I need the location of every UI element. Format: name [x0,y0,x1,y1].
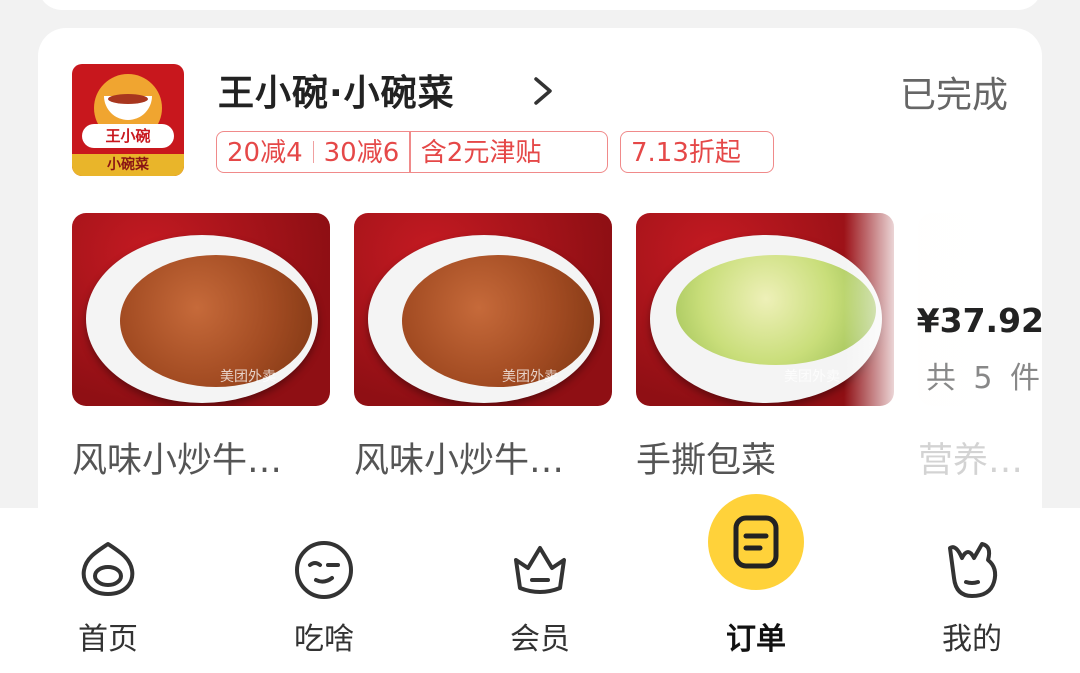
dish-name: 营养… [918,441,1024,481]
order-card[interactable]: 王小碗 小碗菜 王小碗·小碗菜 已完成 20减4 30减6 含2元津贴 7.13折起… [38,28,1042,548]
previous-order-card[interactable] [38,0,1042,10]
dish-watermark: 美团外卖 [220,369,276,385]
dish-image: 美团外卖 [72,213,330,406]
tab-explore[interactable]: 吃啥 [254,508,394,673]
tab-label: 首页 [78,622,138,657]
logo-brand-text: 王小碗 [82,124,174,148]
dish-name: 风味小炒牛… [72,441,283,481]
dish-name: 风味小炒牛… [354,441,565,481]
store-logo[interactable]: 王小碗 小碗菜 [72,64,184,176]
dish-watermark: 美团外卖 [502,369,558,385]
discount-tier: 20减4 [227,138,303,168]
total-price: ¥37.92 [916,301,1042,340]
chevron-right-icon[interactable] [530,74,556,108]
tab-label: 我的 [942,622,1002,657]
tab-home[interactable]: 首页 [38,508,178,673]
tab-label: 吃啥 [294,622,354,657]
tab-profile[interactable]: 我的 [902,508,1042,673]
subsidy-tag: 含2元津贴 [420,138,542,168]
bunny-icon [948,542,998,598]
list-item[interactable]: 美团外卖 风味小炒牛… [354,213,612,483]
tab-membership[interactable]: 会员 [470,508,610,673]
rebate-text: 7.13折起 [631,138,741,168]
active-tab-indicator[interactable] [708,494,804,590]
list-item[interactable]: 美团外卖 风味小炒牛… [72,213,330,483]
dish-name: 手撕包菜 [636,441,777,481]
discount-tag: 20减4 30减6 含2元津贴 [216,131,608,173]
item-count: 共 5 件 [925,361,1042,396]
crown-icon [514,546,566,594]
dish-image: 美团外卖 [354,213,612,406]
discount-tier: 30减6 [323,138,400,168]
dish-watermark: 美团外卖 [784,369,840,385]
face-icon [295,541,353,599]
store-name[interactable]: 王小碗·小碗菜 [218,64,455,116]
price-summary[interactable]: ¥37.92 共 5 件 [844,213,1042,406]
logo-sub-text: 小碗菜 [72,154,184,176]
tab-label: 订单 [726,622,786,657]
order-icon [733,515,779,569]
bottom-tab-bar: 首页 吃啥 会员 订单 我的 [0,508,1080,673]
order-status: 已完成 [899,75,1008,116]
home-mascot-icon [81,542,135,596]
logo-bowl-fill [108,94,148,104]
rebate-tag: 7.13折起 [620,131,774,173]
order-items[interactable]: 美团外卖 风味小炒牛… 美团外卖 风味小炒牛… 美团外卖 手撕包菜 营养… ¥3… [72,213,1042,543]
tab-label: 会员 [510,622,570,657]
